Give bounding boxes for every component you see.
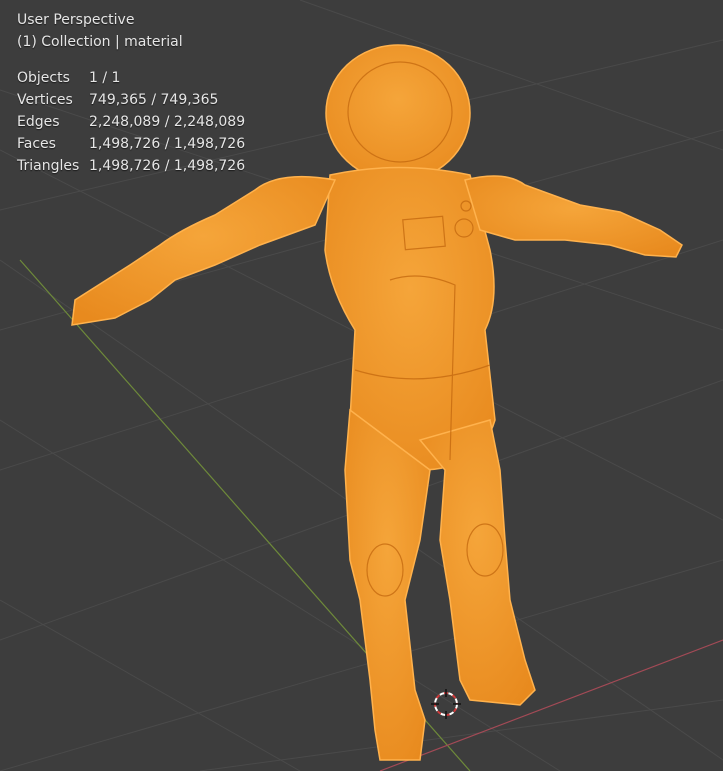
astronaut-model[interactable] bbox=[0, 0, 723, 771]
3d-cursor-icon bbox=[431, 689, 461, 719]
3d-viewport[interactable]: User Perspective (1) Collection | materi… bbox=[0, 0, 723, 771]
